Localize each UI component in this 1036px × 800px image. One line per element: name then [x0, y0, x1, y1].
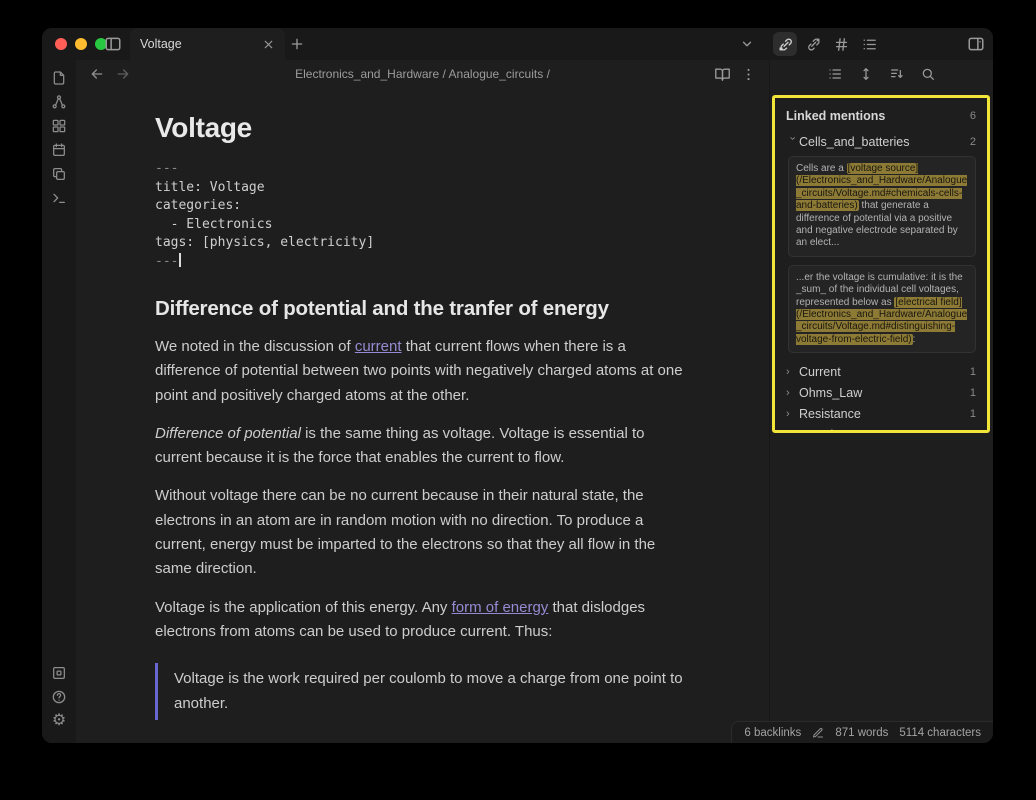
- text-segment: Voltage is the application of this energ…: [155, 599, 452, 616]
- blockquote-text: Voltage is the work required per coulomb…: [174, 667, 685, 716]
- linked-mentions-header[interactable]: Linked mentions 6: [786, 106, 976, 126]
- backlink-group-count: 1: [970, 387, 976, 399]
- text-segment: :: [913, 334, 916, 345]
- outline-tab-icon[interactable]: [857, 32, 881, 56]
- editor-header: Electronics_and_Hardware / Analogue_circ…: [76, 60, 769, 88]
- tab-bar: Voltage: [42, 28, 993, 60]
- sidebar-left-toggle-icon[interactable]: [104, 35, 122, 53]
- backlink-group-row[interactable]: ›Transistors1: [786, 424, 976, 433]
- blockquote: Voltage is the work required per coulomb…: [155, 663, 685, 720]
- note-title: Voltage: [155, 112, 685, 144]
- frontmatter-line: title: Voltage: [155, 179, 685, 198]
- terminal-icon[interactable]: [47, 186, 71, 210]
- settings-gear-icon[interactable]: ⚙: [47, 709, 71, 733]
- backlink-group-count: 1: [970, 366, 976, 378]
- frontmatter-line: ---: [155, 160, 685, 179]
- chevron-icon[interactable]: ›: [787, 136, 799, 149]
- backlink-group-name: Ohms_Law: [799, 386, 970, 400]
- search-icon[interactable]: [920, 66, 936, 82]
- outgoing-links-tab-icon[interactable]: [801, 32, 825, 56]
- backlink-group-name: Current: [799, 365, 970, 379]
- internal-link[interactable]: form of energy: [452, 599, 549, 616]
- backlink-count-status[interactable]: 6 backlinks: [744, 727, 801, 739]
- backlink-group-count: 1: [970, 408, 976, 420]
- sort-order-icon[interactable]: [889, 66, 905, 82]
- app-window: Voltage: [42, 28, 993, 743]
- text-segment: We noted in the discussion of: [155, 338, 355, 355]
- sidebar-right-toggle-icon[interactable]: [967, 35, 985, 53]
- backlink-group-count: 2: [970, 136, 976, 148]
- chevron-icon[interactable]: ›: [786, 366, 799, 378]
- daily-note-calendar-icon[interactable]: [47, 138, 71, 162]
- graph-view-icon[interactable]: [47, 90, 71, 114]
- text-cursor: [179, 253, 181, 267]
- linked-mentions-label: Linked mentions: [786, 109, 970, 123]
- backlink-match-card[interactable]: Cells are a [voltage source](/Electronic…: [788, 156, 976, 257]
- canvas-icon[interactable]: [47, 114, 71, 138]
- quick-switcher-icon[interactable]: [47, 66, 71, 90]
- italic-text: Difference of potential: [155, 425, 301, 442]
- text-segment: Without voltage there can be no current …: [155, 487, 655, 577]
- backlink-match-card[interactable]: ...er the voltage is cumulative: it is t…: [788, 265, 976, 353]
- paragraph: We noted in the discussion of current th…: [155, 335, 685, 408]
- backlink-group-row[interactable]: ›Resistance1: [786, 403, 976, 424]
- chevron-icon[interactable]: ›: [786, 408, 799, 420]
- vault-switcher-icon[interactable]: [47, 661, 71, 685]
- annotation-highlight-box: Linked mentions 6 ›Cells_and_batteries2C…: [772, 95, 990, 433]
- text-segment: Voltage is the work required per coulomb…: [174, 670, 683, 711]
- section-heading: Difference of potential and the tranfer …: [155, 297, 685, 321]
- tab-list-chevron-icon[interactable]: [740, 37, 754, 51]
- backlink-groups: ›Cells_and_batteries2Cells are a [voltag…: [786, 131, 976, 433]
- backlink-group-name: Cells_and_batteries: [799, 135, 970, 149]
- expand-collapse-icon[interactable]: [858, 66, 874, 82]
- editor-pane: Electronics_and_Hardware / Analogue_circ…: [76, 60, 769, 743]
- backlink-group-row[interactable]: ›Ohms_Law1: [786, 382, 976, 403]
- backlink-group-row[interactable]: ›Cells_and_batteries2: [786, 131, 976, 152]
- character-count-status: 5114 characters: [899, 727, 981, 739]
- backlinks-panel: Linked mentions 6 ›Cells_and_batteries2C…: [769, 60, 993, 743]
- tab-voltage[interactable]: Voltage: [130, 28, 285, 60]
- linked-mentions-count: 6: [970, 110, 976, 122]
- chevron-icon[interactable]: ›: [786, 429, 799, 433]
- pencil-icon: [812, 727, 824, 739]
- frontmatter-line: categories:: [155, 197, 685, 216]
- minimize-window-button[interactable]: [75, 38, 87, 50]
- list-icon[interactable]: [827, 66, 843, 82]
- backlink-group-name: Resistance: [799, 407, 970, 421]
- note-content: ---title: Voltagecategories: - Electroni…: [155, 160, 685, 743]
- paragraph: Without voltage there can be no current …: [155, 484, 685, 581]
- breadcrumb[interactable]: Electronics_and_Hardware / Analogue_circ…: [76, 60, 769, 88]
- text-segment: Cells are a: [796, 163, 847, 174]
- backlink-group-row[interactable]: ›Current1: [786, 361, 976, 382]
- chevron-icon[interactable]: ›: [786, 387, 799, 399]
- new-tab-button[interactable]: [289, 36, 305, 52]
- tab-title: Voltage: [140, 37, 261, 51]
- paragraph: Difference of potential is the same thin…: [155, 422, 685, 471]
- window-controls: [55, 38, 107, 50]
- right-sidebar-tabs: [773, 32, 881, 56]
- backlink-group-name: Transistors: [799, 428, 970, 433]
- word-count-status: 871 words: [835, 727, 888, 739]
- more-options-icon[interactable]: [739, 65, 757, 83]
- status-bar: 6 backlinks 871 words 5114 characters: [731, 721, 993, 743]
- tags-tab-icon[interactable]: [829, 32, 853, 56]
- note-editor[interactable]: Voltage ---title: Voltagecategories: - E…: [76, 88, 769, 743]
- left-ribbon: ⚙: [42, 60, 76, 743]
- close-icon[interactable]: [261, 37, 275, 51]
- backlinks-tab-icon[interactable]: [773, 32, 797, 56]
- frontmatter-line: - Electronics: [155, 216, 685, 235]
- reading-view-icon[interactable]: [713, 65, 731, 83]
- frontmatter-block: ---title: Voltagecategories: - Electroni…: [155, 160, 685, 271]
- frontmatter-line: ---: [155, 253, 685, 272]
- frontmatter-line: tags: [physics, electricity]: [155, 234, 685, 253]
- internal-link[interactable]: current: [355, 338, 402, 355]
- paragraph: Voltage is the application of this energ…: [155, 596, 685, 645]
- templates-copy-icon[interactable]: [47, 162, 71, 186]
- help-icon[interactable]: [47, 685, 71, 709]
- backlinks-toolbar: [770, 60, 993, 88]
- close-window-button[interactable]: [55, 38, 67, 50]
- backlink-group-count: 1: [970, 429, 976, 433]
